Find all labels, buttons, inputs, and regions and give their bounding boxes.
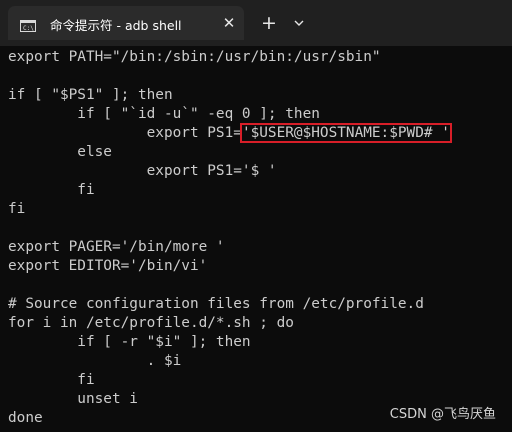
highlighted-ps1-value: '$USER@$HOSTNAME:$PWD# ' [239,123,452,143]
terminal-line: for i in /etc/profile.d/*.sh ; do [8,315,294,331]
terminal-line: export EDITOR='/bin/vi' [8,258,208,274]
tab-command-prompt[interactable]: C:\ 命令提示符 - adb shell ✕ [8,6,244,40]
new-tab-button[interactable]: + [258,12,280,34]
terminal-output[interactable]: export PATH="/bin:/sbin:/usr/bin:/usr/sb… [0,46,512,432]
terminal-line-prefix: export PS1= [8,125,242,141]
terminal-line: fi [8,201,26,217]
terminal-line: done [8,410,43,426]
terminal-line: else [8,144,112,160]
terminal-line: fi [8,372,95,388]
close-tab-icon[interactable]: ✕ [220,14,238,32]
terminal-line: unset i [8,391,138,407]
watermark: CSDN @飞鸟厌鱼 [389,407,496,422]
chevron-down-icon[interactable] [290,14,308,32]
svg-text:C:\: C:\ [23,25,34,32]
terminal-line: fi [8,182,95,198]
terminal-line: . $i [8,353,182,369]
terminal-line: if [ "`id -u`" -eq 0 ]; then [8,106,320,122]
terminal-line: export PATH="/bin:/sbin:/usr/bin:/usr/sb… [8,49,381,65]
terminal-line: # Source configuration files from /etc/p… [8,296,424,312]
terminal-icon: C:\ [20,17,36,32]
terminal-line: export PS1='$ ' [8,163,277,179]
terminal-line: export PAGER='/bin/more ' [8,239,225,255]
terminal-line: if [ "$PS1" ]; then [8,87,173,103]
title-bar: C:\ 命令提示符 - adb shell ✕ + [0,0,512,46]
terminal-line: export PS1='$USER@$HOSTNAME:$PWD# ' [8,123,452,143]
tab-title: 命令提示符 - adb shell [50,18,182,33]
terminal-line: if [ -r "$i" ]; then [8,334,251,350]
